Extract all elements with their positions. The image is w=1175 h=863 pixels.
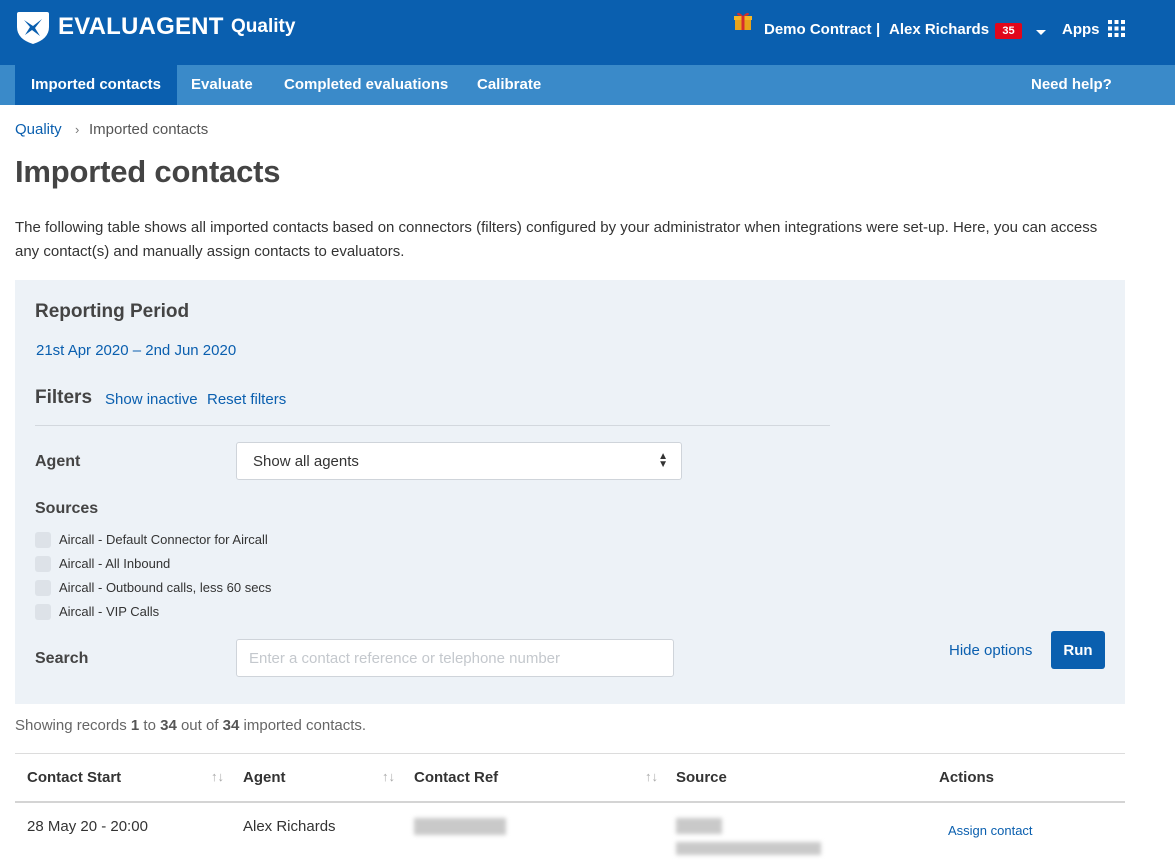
user-name[interactable]: Alex Richards <box>889 21 989 38</box>
assign-contact-link[interactable]: Assign contact <box>948 823 1033 838</box>
records-summary: Showing records 1 to 34 out of 34 import… <box>15 717 366 734</box>
cell-contact-start: 28 May 20 - 20:00 <box>27 818 148 835</box>
tab-calibrate[interactable]: Calibrate <box>461 65 557 105</box>
records-prefix: Showing records <box>15 717 127 734</box>
cell-contact-ref-redacted <box>414 818 506 835</box>
gift-icon[interactable] <box>734 11 752 31</box>
source-label: Aircall - Outbound calls, less 60 secs <box>59 580 272 595</box>
sort-icon[interactable]: ↑↓ <box>645 769 658 784</box>
run-button[interactable]: Run <box>1051 631 1105 669</box>
column-header-agent[interactable]: Agent <box>243 769 286 786</box>
evaluagent-logo-icon[interactable] <box>15 9 51 45</box>
source-checkbox[interactable] <box>35 532 51 548</box>
filters-title: Filters <box>35 387 93 408</box>
sources-label: Sources <box>35 500 99 517</box>
column-header-source: Source <box>676 769 727 786</box>
breadcrumb-quality-link[interactable]: Quality <box>15 121 62 138</box>
select-arrows-icon: ▲ ▼ <box>658 451 668 470</box>
cell-agent: Alex Richards <box>243 818 336 835</box>
records-total: 34 <box>222 717 240 734</box>
product-name: Quality <box>231 16 296 37</box>
source-checkbox[interactable] <box>35 604 51 620</box>
reset-filters-link[interactable]: Reset filters <box>207 391 286 408</box>
need-help-link[interactable]: Need help? <box>1031 65 1112 105</box>
column-header-contact-ref[interactable]: Contact Ref <box>414 769 498 786</box>
search-input[interactable] <box>236 639 674 677</box>
chevron-down-icon[interactable] <box>1036 30 1046 35</box>
sort-icon[interactable]: ↑↓ <box>211 769 224 784</box>
records-suffix: imported contacts. <box>243 717 367 734</box>
source-checkbox[interactable] <box>35 556 51 572</box>
cell-source-redacted <box>676 818 722 834</box>
cell-source-redacted <box>676 842 821 855</box>
reporting-period-picker[interactable]: 21st Apr 2020 – 2nd Jun 2020 <box>36 342 236 359</box>
column-header-contact-start[interactable]: Contact Start <box>27 769 121 786</box>
agent-select[interactable]: Show all agents ▲ ▼ <box>236 442 682 480</box>
brand-name[interactable]: EVALUAGENT <box>58 13 224 41</box>
records-from: 1 <box>130 717 140 734</box>
breadcrumb-separator: › <box>75 122 80 137</box>
column-header-actions: Actions <box>939 769 995 786</box>
table-header-border <box>15 801 1125 803</box>
main-nav: Imported contacts Evaluate Completed eva… <box>0 65 1175 105</box>
source-checkbox[interactable] <box>35 580 51 596</box>
tab-evaluate[interactable]: Evaluate <box>175 65 269 105</box>
records-to: 34 <box>160 717 177 734</box>
source-label: Aircall - VIP Calls <box>59 604 160 619</box>
records-out-of-word: out of <box>180 717 219 734</box>
breadcrumb-current: Imported contacts <box>89 121 209 138</box>
hide-options-link[interactable]: Hide options <box>949 642 1032 659</box>
agent-select-value: Show all agents <box>253 453 359 470</box>
apps-label[interactable]: Apps <box>1062 21 1100 38</box>
top-bar: EVALUAGENT Quality Demo Contract | Alex … <box>0 0 1175 65</box>
show-inactive-link[interactable]: Show inactive <box>105 391 198 408</box>
page-title: Imported contacts <box>15 154 281 189</box>
table-top-border <box>15 753 1125 754</box>
filters-divider <box>35 425 830 426</box>
tab-imported-contacts[interactable]: Imported contacts <box>15 65 178 105</box>
tab-completed-evaluations[interactable]: Completed evaluations <box>268 65 464 105</box>
filter-panel: Reporting Period 21st Apr 2020 – 2nd Jun… <box>15 280 1125 704</box>
agent-label: Agent <box>35 453 81 470</box>
search-label: Search <box>35 650 89 667</box>
source-label: Aircall - Default Connector for Aircall <box>59 532 268 547</box>
contract-name[interactable]: Demo Contract <box>764 21 872 38</box>
apps-grid-icon[interactable] <box>1108 20 1125 37</box>
header-separator: | <box>876 21 881 38</box>
page-intro: The following table shows all imported c… <box>15 219 1098 260</box>
records-to-word: to <box>143 717 156 734</box>
sort-icon[interactable]: ↑↓ <box>382 769 395 784</box>
notification-badge[interactable]: 35 <box>995 23 1022 39</box>
source-label: Aircall - All Inbound <box>59 556 171 571</box>
reporting-period-title: Reporting Period <box>35 301 190 322</box>
